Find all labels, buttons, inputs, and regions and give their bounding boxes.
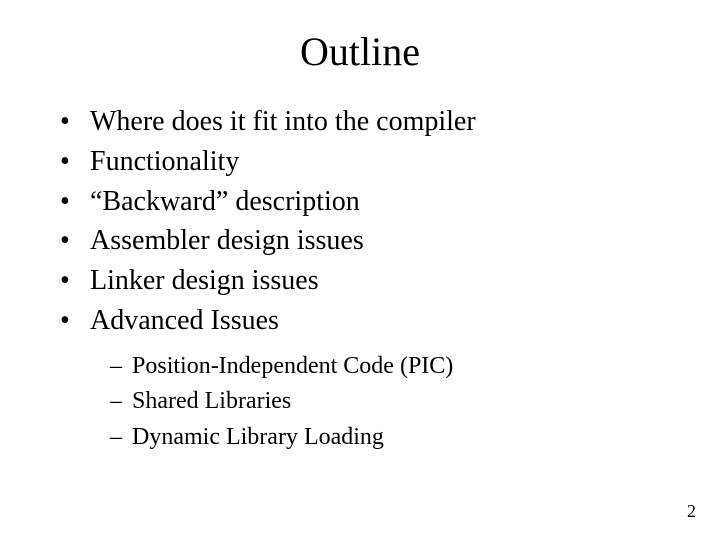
list-item: Linker design issues [60,262,680,300]
list-item: Dynamic Library Loading [110,421,680,455]
slide: Outline Where does it fit into the compi… [0,0,720,540]
list-item: Assembler design issues [60,222,680,260]
sub-bullet-text: Position-Independent Code (PIC) [132,353,453,379]
bullet-text: “Backward” description [90,186,360,217]
sub-bullet-text: Shared Libraries [132,388,291,414]
bullet-text: Assembler design issues [90,225,364,256]
slide-title: Outline [40,28,680,75]
list-item: “Backward” description [60,183,680,221]
bullet-text: Where does it fit into the compiler [90,106,476,137]
list-item: Functionality [60,143,680,181]
bullet-text: Linker design issues [90,265,319,296]
page-number: 2 [687,501,696,522]
bullet-text: Advanced Issues [90,305,279,336]
list-item: Shared Libraries [110,385,680,419]
bullet-list: Where does it fit into the compiler Func… [60,103,680,340]
bullet-text: Functionality [90,146,239,177]
list-item: Position-Independent Code (PIC) [110,350,680,384]
list-item: Where does it fit into the compiler [60,103,680,141]
sub-bullet-text: Dynamic Library Loading [132,424,384,450]
list-item: Advanced Issues [60,302,680,340]
sub-bullet-list: Position-Independent Code (PIC) Shared L… [110,350,680,455]
